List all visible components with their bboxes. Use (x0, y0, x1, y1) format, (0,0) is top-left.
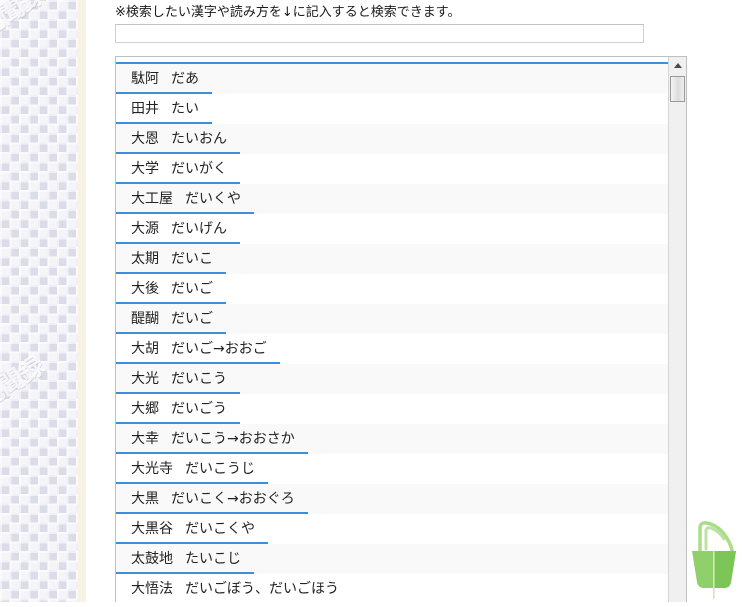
list-item-content: 大悟法 だいごぼう、だいごほう (116, 574, 352, 602)
list-item-kanji: 大源 (131, 221, 159, 237)
list-item-kana: たいこじ (185, 551, 241, 567)
list-item[interactable]: 大黒 だいこく→おおぐろ (116, 484, 668, 514)
list-item-kanji: 太鼓地 (131, 551, 173, 567)
search-input[interactable] (115, 24, 644, 43)
list-item-kanji: 大工屋 (131, 191, 173, 207)
list-item-kana: だいこう (171, 371, 227, 387)
results-list: 駄阿 だあ 田井 たい 大恩 たいおん 大学 だいがく 大工屋 だいくや 大源 だいげん 太期 だいこ 大後… (116, 64, 668, 602)
list-item-content: 太鼓地 たいこじ (116, 544, 254, 574)
scrollbar-thumb[interactable] (670, 76, 685, 102)
list-item-kanji: 田井 (131, 101, 159, 117)
list-item-content: 大後 だいご (116, 274, 226, 304)
scroll-up-arrow-icon[interactable] (669, 57, 686, 74)
list-item[interactable]: 大黒谷 だいこくや (116, 514, 668, 544)
main-content: ※検索したい漢字や読み方を↓に記入すると検索できます。 駄阿 だあ 田井 たい 大恩 たい… (86, 0, 742, 602)
list-item-kana: だいくや (185, 191, 241, 207)
list-item[interactable]: 大学 だいがく (116, 154, 668, 184)
list-item-kana: だいこくや (185, 521, 255, 537)
decorative-side-panel: 見聞録 見聞録 見聞録 (0, 0, 86, 602)
list-item-kanji: 駄阿 (131, 71, 159, 87)
list-item-content: 大光寺 だいこうじ (116, 454, 268, 484)
list-item-kana: たい (171, 101, 199, 117)
triangle-up-icon (673, 63, 682, 68)
list-item-content: 駄阿 だあ (116, 64, 212, 94)
list-item-content: 太期 だいこ (116, 244, 226, 274)
scrollbar-track[interactable] (669, 103, 686, 602)
list-item-content: 大源 だいげん (116, 214, 240, 244)
list-item-content: 大工屋 だいくや (116, 184, 254, 214)
list-item-content: 大幸 だいこう→おおさか (116, 424, 308, 454)
list-item-kanji: 大光寺 (131, 461, 173, 477)
list-item[interactable]: 大源 だいげん (116, 214, 668, 244)
decorative-edge-strip (78, 0, 86, 602)
list-item-content: 田井 たい (116, 94, 212, 124)
list-item-kana: だいこう→おおさか (171, 431, 295, 447)
list-item-content: 大光 だいこう (116, 364, 240, 394)
list-item-kana: だいげん (171, 221, 227, 237)
list-item[interactable]: 太期 だいこ (116, 244, 668, 274)
list-item[interactable]: 駄阿 だあ (116, 64, 668, 94)
list-item[interactable]: 大胡 だいご→おおご (116, 334, 668, 364)
list-item-kana: だいご (171, 311, 213, 327)
checkerboard-tile-background (0, 0, 78, 602)
list-item-kana: だいこく→おおぐろ (171, 491, 295, 507)
list-item[interactable]: 大後 だいご (116, 274, 668, 304)
search-hint-text: ※検索したい漢字や読み方を↓に記入すると検索できます。 (115, 5, 461, 20)
list-item-kana: だあ (171, 71, 199, 87)
list-item-kana: だいご (171, 281, 213, 297)
results-list-scroll-area[interactable]: 駄阿 だあ 田井 たい 大恩 たいおん 大学 だいがく 大工屋 だいくや 大源 だいげん 太期 だいこ 大後… (116, 57, 668, 602)
list-item-kanji: 醍醐 (131, 311, 159, 327)
list-item[interactable]: 大幸 だいこう→おおさか (116, 424, 668, 454)
binder-clip-icon (686, 520, 742, 602)
list-item-kana: だいこ (171, 251, 213, 267)
list-item-kana: たいおん (171, 131, 227, 147)
list-item-kanji: 太期 (131, 251, 159, 267)
list-item-kana: だいがく (171, 161, 227, 177)
list-item-kanji: 大黒谷 (131, 521, 173, 537)
list-item[interactable]: 太鼓地 たいこじ (116, 544, 668, 574)
list-item-content: 大胡 だいご→おおご (116, 334, 280, 364)
results-list-container: 駄阿 だあ 田井 たい 大恩 たいおん 大学 だいがく 大工屋 だいくや 大源 だいげん 太期 だいこ 大後… (115, 56, 687, 602)
list-item-kanji: 大恩 (131, 131, 159, 147)
list-item[interactable]: 大光寺 だいこうじ (116, 454, 668, 484)
list-item[interactable]: 大工屋 だいくや (116, 184, 668, 214)
list-item-kanji: 大光 (131, 371, 159, 387)
list-item[interactable]: 大光 だいこう (116, 364, 668, 394)
list-item-kanji: 大郷 (131, 401, 159, 417)
list-item-kanji: 大後 (131, 281, 159, 297)
list-item[interactable]: 醍醐 だいご (116, 304, 668, 334)
list-item[interactable]: 大悟法 だいごぼう、だいごほう (116, 574, 668, 602)
list-item-content: 大黒 だいこく→おおぐろ (116, 484, 308, 514)
list-item[interactable]: 大郷 だいごう (116, 394, 668, 424)
list-item-content: 大郷 だいごう (116, 394, 240, 424)
list-item-content: 大学 だいがく (116, 154, 240, 184)
vertical-scrollbar[interactable] (668, 57, 686, 602)
list-item[interactable]: 田井 たい (116, 94, 668, 124)
list-item-kanji: 大幸 (131, 431, 159, 447)
list-item-kanji: 大悟法 (131, 581, 173, 597)
list-item-content: 大恩 たいおん (116, 124, 240, 154)
list-item-content: 醍醐 だいご (116, 304, 226, 334)
list-item[interactable]: 大恩 たいおん (116, 124, 668, 154)
list-item-kanji: 大胡 (131, 341, 159, 357)
list-item-kanji: 大黒 (131, 491, 159, 507)
list-item-kana: だいごぼう、だいごほう (185, 581, 339, 597)
list-item-kana: だいご→おおご (171, 341, 267, 357)
list-item-kanji: 大学 (131, 161, 159, 177)
list-item-kana: だいこうじ (185, 461, 255, 477)
list-item-content: 大黒谷 だいこくや (116, 514, 268, 544)
list-item-kana: だいごう (171, 401, 227, 417)
